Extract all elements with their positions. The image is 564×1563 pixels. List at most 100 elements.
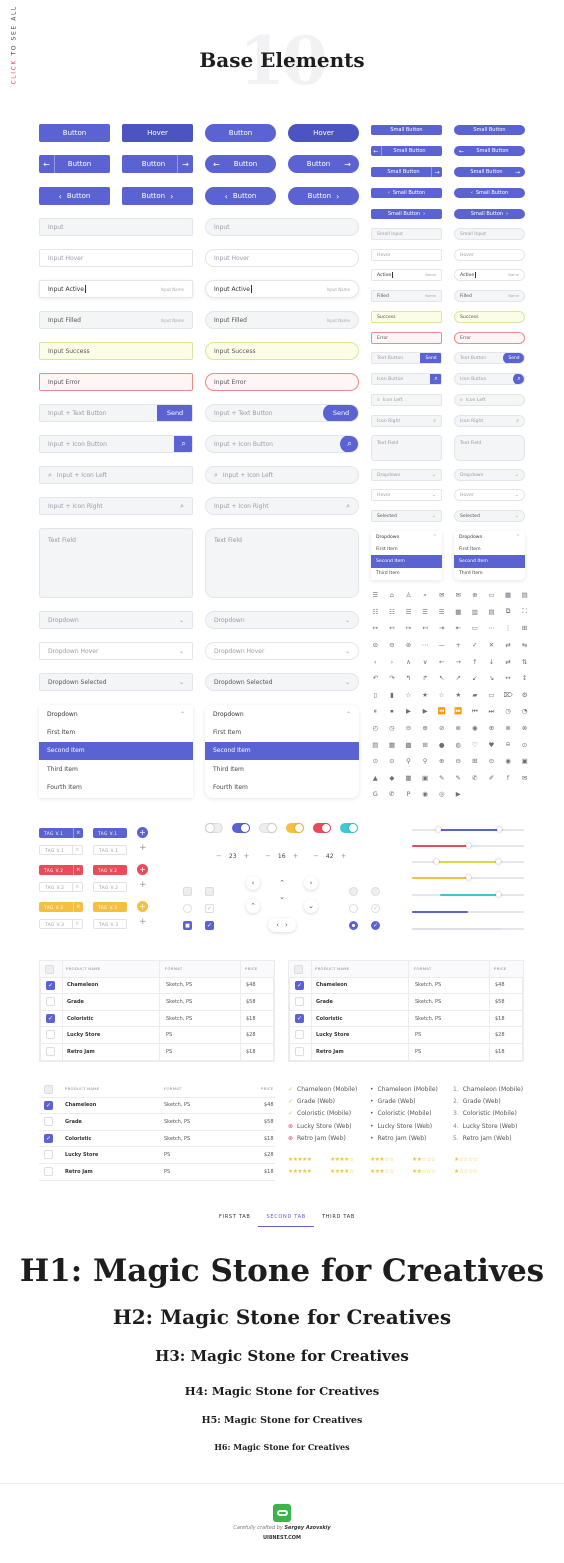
- small-text-field-rounded[interactable]: Text Field: [454, 435, 525, 461]
- input-default-rounded[interactable]: Input: [205, 218, 359, 236]
- dropdown-item-selected[interactable]: Second Item: [39, 741, 193, 760]
- small-text-field[interactable]: Text Field: [371, 435, 442, 461]
- row-checkbox-checked[interactable]: ✓: [46, 980, 55, 990]
- star-rating[interactable]: ★★★★☆: [330, 1157, 354, 1163]
- dropdown-item-selected[interactable]: Second Item: [454, 555, 525, 568]
- table-row[interactable]: Lucky Store PS $28: [40, 1027, 274, 1044]
- small-input-text-button[interactable]: Text Button Send: [371, 352, 442, 364]
- tag-v3-outline[interactable]: TAG V.3 ×: [39, 919, 83, 929]
- star-rating[interactable]: ★★★☆☆: [370, 1169, 394, 1175]
- dropdown-item[interactable]: Third Item: [39, 760, 193, 779]
- column-header[interactable]: PRODUCT NAME: [65, 1086, 100, 1091]
- minus-icon[interactable]: −: [216, 852, 222, 860]
- dropdown-open[interactable]: Dropdown ⌃ First Item Second Item Third I…: [39, 705, 193, 798]
- plus-icon[interactable]: +: [139, 843, 147, 853]
- table-row[interactable]: ✓ Chameleon Sketch, PS $48: [40, 977, 274, 995]
- slider-handle[interactable]: [434, 859, 439, 864]
- small-input-filled[interactable]: Filled Name: [371, 290, 442, 302]
- small-input-error-rounded[interactable]: Error: [454, 332, 525, 344]
- small-input-rounded[interactable]: Small Input: [454, 228, 525, 240]
- slider-handle[interactable]: [496, 859, 501, 864]
- small-input-hover[interactable]: Hover: [371, 249, 442, 261]
- column-header[interactable]: FORMAT: [414, 966, 432, 971]
- chevron-left-button[interactable]: ‹ Button: [39, 187, 110, 205]
- add-tag-button[interactable]: +: [137, 901, 148, 912]
- hover-pill-button[interactable]: Hover: [288, 124, 359, 142]
- search-icon[interactable]: ⌕: [340, 436, 358, 452]
- dropdown-default-rounded[interactable]: Dropdown ⌄: [205, 611, 359, 629]
- toggle-off-light[interactable]: [259, 823, 277, 833]
- small-input-hover-rounded[interactable]: Hover: [454, 249, 525, 261]
- input-icon-right[interactable]: Input + Icon Right ⌕: [39, 497, 193, 515]
- input-filled-rounded[interactable]: Input Filled Input Name: [205, 311, 359, 329]
- row-checkbox[interactable]: [44, 1166, 53, 1176]
- input-icon-left[interactable]: ⌕ Input + Icon Left: [39, 466, 193, 484]
- row-checkbox[interactable]: [44, 1150, 53, 1160]
- input-hover-rounded[interactable]: Input Hover: [205, 249, 359, 267]
- close-icon[interactable]: ×: [72, 883, 82, 891]
- input-active[interactable]: Input Active Input Name: [39, 280, 193, 298]
- close-icon[interactable]: ×: [73, 828, 83, 838]
- dropdown-item[interactable]: First Item: [371, 543, 442, 555]
- dropdown-item[interactable]: Fourth Item: [39, 779, 193, 798]
- star-rating[interactable]: ★☆☆☆☆: [454, 1157, 478, 1163]
- input-error-rounded[interactable]: Input Error: [205, 373, 359, 391]
- input-icon-button[interactable]: Input + Icon Button ⌕: [39, 435, 193, 453]
- dropdown-item[interactable]: First Item: [205, 723, 359, 742]
- small-dropdown-open[interactable]: Dropdown ⌃ First Item Second Item Third I…: [371, 531, 442, 580]
- search-icon[interactable]: ⌕: [513, 374, 524, 384]
- dropdown-header[interactable]: Dropdown ⌃: [454, 531, 525, 543]
- radio-button[interactable]: [371, 887, 380, 896]
- select-all-checkbox[interactable]: [44, 1085, 53, 1094]
- plus-icon[interactable]: +: [139, 880, 147, 890]
- tab-third[interactable]: THIRD TAB: [314, 1214, 363, 1227]
- slider-handle[interactable]: [496, 892, 501, 897]
- select-all-checkbox[interactable]: [45, 965, 54, 974]
- small-input-active-rounded[interactable]: Active Name: [454, 269, 525, 281]
- primary-pill-button[interactable]: Button: [205, 124, 276, 142]
- dropdown-selected[interactable]: Dropdown Selected ⌄: [39, 673, 193, 691]
- close-icon[interactable]: ×: [72, 846, 82, 854]
- small-input-active[interactable]: Active Name: [371, 269, 442, 281]
- table-row[interactable]: Lucky Store PS $28: [39, 1147, 275, 1164]
- row-checkbox[interactable]: [295, 997, 304, 1007]
- quantity-stepper[interactable]: −16 +: [265, 852, 298, 860]
- row-checkbox[interactable]: [46, 1046, 55, 1056]
- dropdown-default[interactable]: Dropdown ⌄: [39, 611, 193, 629]
- input-error[interactable]: Input Error: [39, 373, 193, 391]
- quantity-stepper[interactable]: −23 +: [216, 852, 249, 860]
- star-rating[interactable]: ★★☆☆☆: [412, 1157, 436, 1163]
- input-active-rounded[interactable]: Input Active Input Name: [205, 280, 359, 298]
- icon-right-pill-button[interactable]: Button →: [288, 155, 359, 173]
- tab-first[interactable]: FIRST TAB: [211, 1214, 258, 1227]
- send-button[interactable]: Send: [157, 405, 192, 421]
- small-button[interactable]: Small Button: [371, 125, 442, 135]
- checkbox-checked[interactable]: ✓: [205, 921, 214, 930]
- slider-handle[interactable]: [466, 843, 471, 848]
- slider-yellow-range[interactable]: [412, 859, 524, 864]
- select-all-checkbox[interactable]: [294, 965, 303, 974]
- small-icon-left-button[interactable]: ← Small Button: [371, 146, 442, 156]
- small-pill-icon-left-button[interactable]: ← Small Button: [454, 146, 525, 156]
- chevron-left-icon[interactable]: ‹: [276, 921, 279, 929]
- text-field-rounded[interactable]: Text Field: [205, 528, 359, 598]
- column-header[interactable]: PRODUCT NAME: [315, 966, 350, 971]
- small-input-success-rounded[interactable]: Success: [454, 311, 525, 323]
- chevron-up-icon[interactable]: ⌃: [275, 876, 289, 890]
- tag-v2-outline-small[interactable]: TAG V.2: [93, 882, 127, 892]
- dropdown-item[interactable]: Fourth Item: [205, 779, 359, 798]
- table-row[interactable]: Retro Jam PS $18: [39, 1164, 275, 1181]
- star-rating[interactable]: ★★★★☆: [330, 1169, 354, 1175]
- dropdown-item[interactable]: Third Item: [454, 568, 525, 580]
- tab-second[interactable]: SECOND TAB: [258, 1214, 314, 1227]
- dropdown-open-rounded[interactable]: Dropdown ⌃ First Item Second Item Third I…: [205, 705, 359, 798]
- toggle-on-red[interactable]: [313, 823, 331, 833]
- small-input-icon-button-rounded[interactable]: Icon Button ⌕: [454, 373, 525, 385]
- dropdown-item-selected[interactable]: Second Item: [205, 741, 359, 760]
- input-icon-left-rounded[interactable]: ⌕ Input + Icon Left: [205, 466, 359, 484]
- add-tag-button[interactable]: +: [137, 864, 148, 875]
- table-row[interactable]: ✓ Chameleon Sketch, PS $48: [39, 1098, 275, 1115]
- dropdown-hover[interactable]: Dropdown Hover ⌄: [39, 642, 193, 660]
- send-button[interactable]: Send: [503, 353, 524, 363]
- input-hover[interactable]: Input Hover: [39, 249, 193, 267]
